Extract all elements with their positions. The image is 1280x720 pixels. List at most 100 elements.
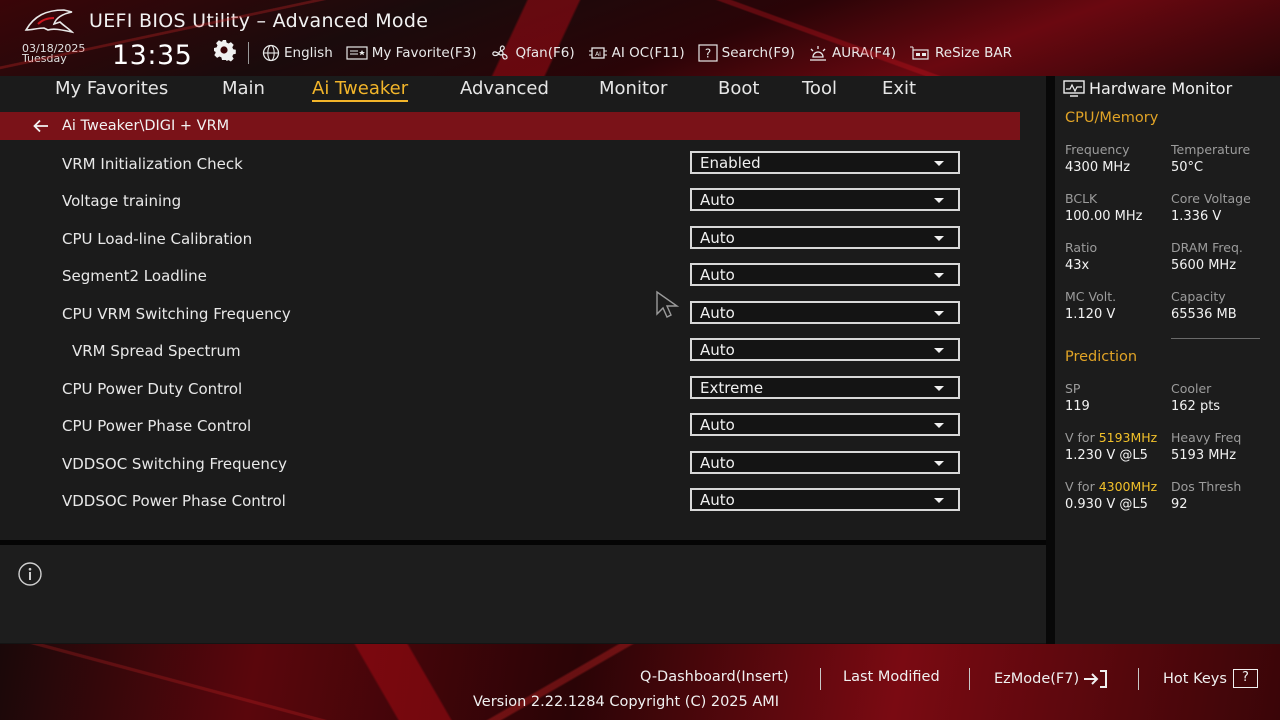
clock-time[interactable]: 13:35: [112, 40, 192, 71]
chevron-down-icon: [934, 461, 944, 466]
tab-exit[interactable]: Exit: [882, 78, 916, 99]
main-tabs: My Favorites Main Ai Tweaker Advanced Mo…: [0, 76, 1046, 104]
hardware-monitor-panel: Hardware Monitor CPU/Memory Frequency 43…: [1055, 76, 1280, 644]
hardware-monitor-title[interactable]: Hardware Monitor: [1063, 79, 1232, 98]
back-arrow-icon[interactable]: [32, 118, 50, 134]
setting-dropdown[interactable]: Auto: [690, 488, 960, 511]
hw-label: DRAM Freq.: [1171, 240, 1243, 255]
dropdown-value: Auto: [700, 266, 735, 284]
chevron-down-icon: [934, 498, 944, 503]
setting-row[interactable]: CPU Power Duty Control Extreme: [0, 376, 1020, 413]
tab-monitor[interactable]: Monitor: [599, 78, 667, 99]
hw-label: V for 5193MHz: [1065, 430, 1157, 445]
hw-value: 43x: [1065, 258, 1090, 273]
setting-row[interactable]: CPU VRM Switching Frequency Auto: [0, 301, 1020, 338]
setting-dropdown[interactable]: Auto: [690, 338, 960, 361]
chevron-down-icon: [934, 273, 944, 278]
setting-dropdown[interactable]: Auto: [690, 188, 960, 211]
v-for-frequency: 4300MHz: [1098, 479, 1158, 494]
setting-label: CPU Load-line Calibration: [62, 230, 253, 248]
setting-label: Voltage training: [62, 192, 182, 210]
hw-value: 5193 MHz: [1171, 448, 1237, 463]
setting-dropdown[interactable]: Auto: [690, 226, 960, 249]
setting-row[interactable]: Voltage training Auto: [0, 188, 1020, 225]
last-modified-button[interactable]: Last Modified: [843, 669, 940, 685]
chevron-down-icon: [934, 161, 944, 166]
v-for-prefix: V for: [1065, 479, 1099, 494]
setting-dropdown[interactable]: Extreme: [690, 376, 960, 399]
setting-row[interactable]: Segment2 Loadline Auto: [0, 263, 1020, 300]
setting-dropdown[interactable]: Auto: [690, 451, 960, 474]
tab-tool[interactable]: Tool: [802, 78, 837, 99]
resize-bar-button[interactable]: ReSize BAR: [909, 44, 1012, 62]
setting-dropdown[interactable]: Enabled: [690, 151, 960, 174]
version-text: Version 2.22.1284 Copyright (C) 2025 AMI: [473, 694, 780, 710]
tab-ai-tweaker[interactable]: Ai Tweaker: [312, 78, 409, 102]
tab-boot[interactable]: Boot: [718, 78, 759, 99]
hw-value: 100.00 MHz: [1065, 209, 1143, 224]
ezmode-label: EzMode(F7): [994, 671, 1080, 687]
setting-dropdown[interactable]: Auto: [690, 301, 960, 324]
ezmode-button[interactable]: EzMode(F7): [994, 669, 1109, 689]
dropdown-value: Auto: [700, 304, 735, 322]
cpu-memory-section-title: CPU/Memory: [1065, 110, 1159, 126]
setting-row[interactable]: VRM Initialization Check Enabled: [0, 151, 1020, 188]
setting-dropdown[interactable]: Auto: [690, 413, 960, 436]
hw-label: Dos Thresh: [1171, 479, 1242, 494]
tab-my-favorites[interactable]: My Favorites: [55, 78, 168, 99]
ai-chip-icon: AI: [588, 47, 607, 59]
resize-bar-icon: [910, 46, 929, 60]
chevron-down-icon: [934, 348, 944, 353]
dropdown-value: Auto: [700, 341, 735, 359]
q-dashboard-button[interactable]: Q-Dashboard(Insert): [640, 669, 789, 685]
rog-logo-icon: [24, 9, 74, 34]
setting-row[interactable]: CPU Power Phase Control Auto: [0, 413, 1020, 450]
hw-label: V for 4300MHz: [1065, 479, 1157, 494]
search-button[interactable]: ? Search(F9): [698, 44, 795, 62]
top-header: UEFI BIOS Utility – Advanced Mode 03/18/…: [0, 0, 1280, 76]
hw-value: 0.930 V @L5: [1065, 497, 1148, 512]
footer-divider: [969, 668, 970, 690]
hw-title-text: Hardware Monitor: [1089, 79, 1233, 98]
setting-label: Segment2 Loadline: [62, 267, 207, 285]
setting-row[interactable]: CPU Load-line Calibration Auto: [0, 226, 1020, 263]
language-button[interactable]: English: [262, 44, 333, 62]
chevron-down-icon: [934, 386, 944, 391]
question-key-icon: ?: [1232, 669, 1258, 688]
hot-keys-button[interactable]: Hot Keys ?: [1163, 669, 1258, 688]
dropdown-value: Auto: [700, 491, 735, 509]
setting-label: VRM Initialization Check: [62, 155, 243, 173]
header-divider: [248, 42, 249, 64]
hw-label: Heavy Freq: [1171, 430, 1242, 445]
dropdown-value: Auto: [700, 191, 735, 209]
ai-oc-button[interactable]: AI AI OC(F11): [588, 45, 685, 61]
breadcrumb[interactable]: Ai Tweaker\DIGI + VRM: [0, 112, 1020, 140]
gear-icon[interactable]: [212, 38, 236, 62]
setting-label: CPU Power Duty Control: [62, 380, 243, 398]
hw-label: MC Volt.: [1065, 289, 1117, 304]
my-favorite-button[interactable]: My Favorite(F3): [346, 45, 477, 61]
settings-panel: Ai Tweaker\DIGI + VRM VRM Initialization…: [0, 104, 1046, 540]
info-icon: [18, 562, 42, 586]
hw-label: SP: [1065, 381, 1081, 396]
hw-label: Core Voltage: [1171, 191, 1251, 206]
hw-label: Ratio: [1065, 240, 1098, 255]
dropdown-value: Enabled: [700, 154, 761, 172]
dropdown-value: Auto: [700, 229, 735, 247]
tab-advanced[interactable]: Advanced: [460, 78, 549, 99]
setting-dropdown[interactable]: Auto: [690, 263, 960, 286]
setting-row[interactable]: VRM Spread Spectrum Auto: [0, 338, 1020, 375]
setting-row[interactable]: VDDSOC Switching Frequency Auto: [0, 451, 1020, 488]
setting-row[interactable]: VDDSOC Power Phase Control Auto: [0, 488, 1020, 525]
setting-label: VRM Spread Spectrum: [72, 342, 241, 360]
aura-button[interactable]: AURA(F4): [808, 44, 896, 62]
setting-label: VDDSOC Power Phase Control: [62, 492, 286, 510]
hw-value: 5600 MHz: [1171, 258, 1237, 273]
exit-to-ezmode-icon: [1084, 670, 1108, 688]
v-for-frequency: 5193MHz: [1098, 430, 1158, 445]
hw-label: Cooler: [1171, 381, 1212, 396]
qfan-button[interactable]: Qfan(F6): [490, 44, 575, 62]
tab-main[interactable]: Main: [222, 78, 265, 99]
hw-value: 1.230 V @L5: [1065, 448, 1148, 463]
language-label: English: [284, 45, 333, 61]
